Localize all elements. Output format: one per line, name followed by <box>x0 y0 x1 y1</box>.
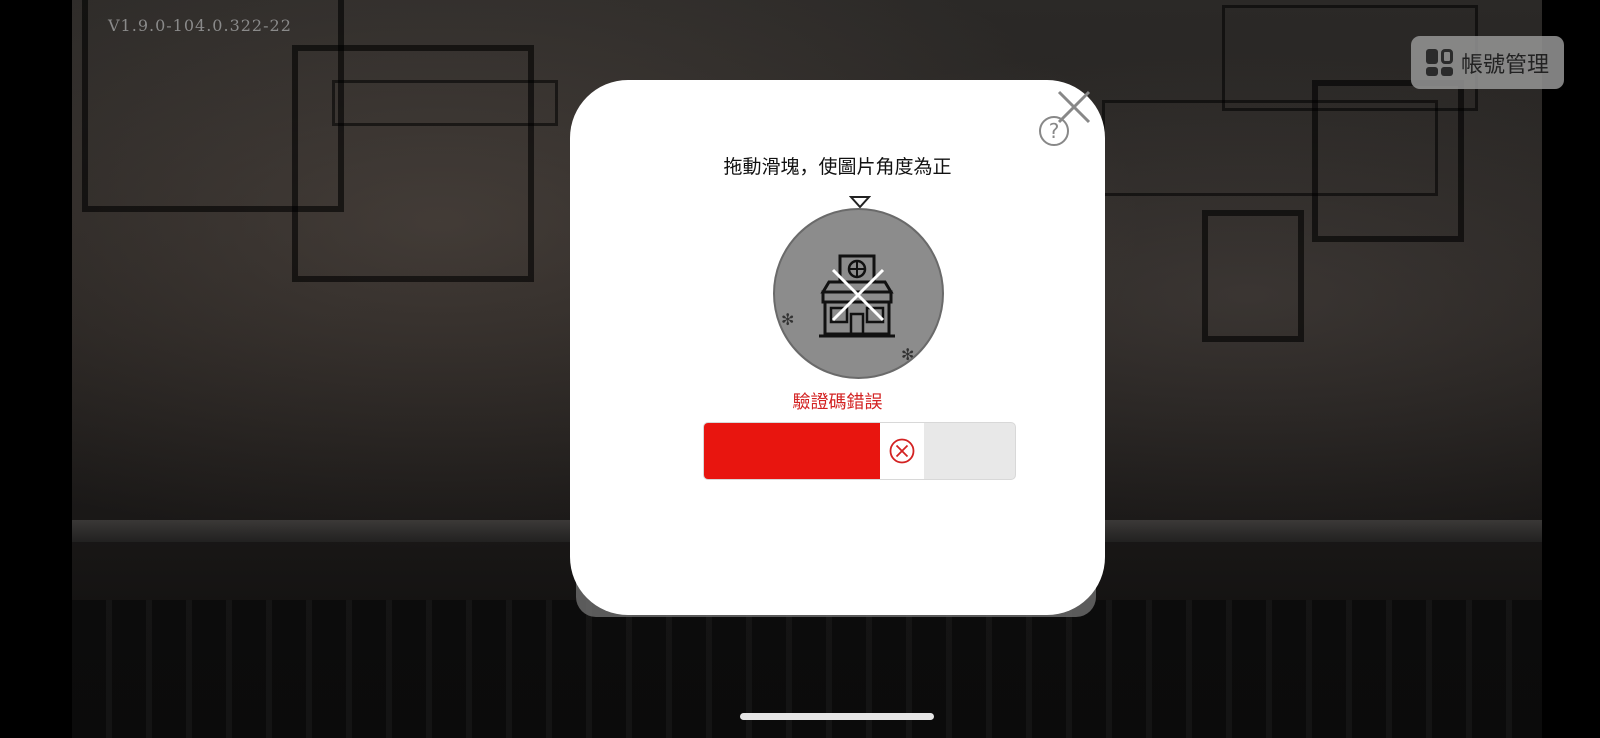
storefront-image: ✻ ✻ <box>781 254 914 364</box>
captcha-dialog: ? 拖動滑塊，使圖片角度為正 ✻ ✻ 驗證碼錯誤 <box>570 80 1105 615</box>
grid-icon <box>1425 49 1453 76</box>
triangle-pointer-icon <box>849 196 871 209</box>
captcha-slider[interactable] <box>703 422 1016 480</box>
svg-text:✻: ✻ <box>781 310 794 329</box>
slider-handle[interactable] <box>880 423 924 479</box>
rotation-captcha-image[interactable]: ✻ ✻ <box>773 208 944 379</box>
help-button[interactable]: ? <box>1039 116 1069 146</box>
error-x-circle-icon <box>889 438 915 464</box>
account-management-button[interactable]: 帳號管理 <box>1411 36 1564 89</box>
captcha-instruction: 拖動滑塊，使圖片角度為正 <box>723 156 952 178</box>
account-management-label: 帳號管理 <box>1460 52 1549 78</box>
error-message: 驗證碼錯誤 <box>792 392 883 413</box>
svg-text:✻: ✻ <box>901 345 914 364</box>
version-label: V1.9.0-104.0.322-22 <box>108 16 292 35</box>
slider-progress-fill <box>704 423 880 479</box>
home-indicator <box>740 713 934 720</box>
